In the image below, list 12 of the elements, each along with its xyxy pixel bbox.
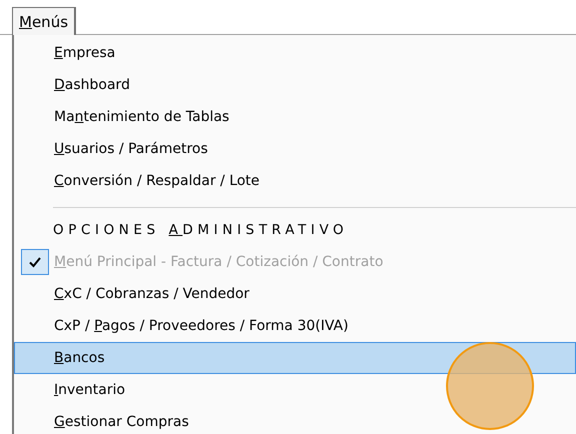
menu-item[interactable]: Usuarios / Parámetros: [14, 133, 576, 165]
menu-item[interactable]: Empresa: [14, 37, 576, 69]
menu-item[interactable]: Bancos: [14, 342, 576, 374]
menu-item[interactable]: Inventario: [14, 374, 576, 406]
menu-item[interactable]: CxC / Cobranzas / Vendedor: [14, 278, 576, 310]
menu-tab[interactable]: Menús: [12, 7, 76, 35]
menu-item[interactable]: Conversión / Respaldar / Lote: [14, 165, 576, 197]
menu-item[interactable]: Dashboard: [14, 69, 576, 101]
menu-item[interactable]: CxP / Pagos / Proveedores / Forma 30(IVA): [14, 310, 576, 342]
section-header: OPCIONES A DMINISTRATIVO: [53, 222, 348, 238]
menu-item[interactable]: Mantenimiento de Tablas: [14, 101, 576, 133]
menu-item[interactable]: Gestionar Compras: [14, 406, 576, 434]
